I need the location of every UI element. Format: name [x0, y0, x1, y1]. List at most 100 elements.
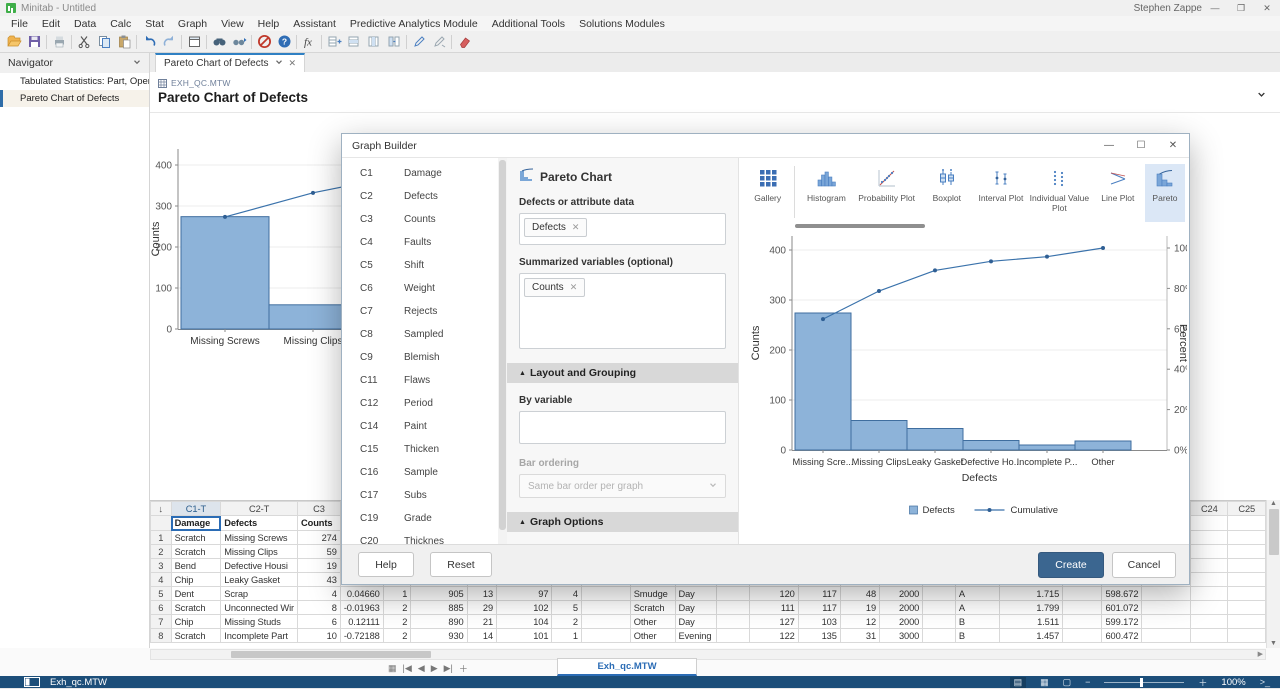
column-item-c3[interactable]: C3Counts: [342, 208, 498, 231]
worksheet-cell[interactable]: 2: [383, 601, 411, 615]
worksheet-cell[interactable]: 2: [383, 615, 411, 629]
summarized-chip[interactable]: Counts ✕: [524, 278, 585, 297]
column-item-c6[interactable]: C6Weight: [342, 277, 498, 300]
menu-solutions-modules[interactable]: Solutions Modules: [572, 18, 672, 30]
gallery-item-line-plot[interactable]: Line Plot: [1091, 164, 1145, 222]
column-item-c4[interactable]: C4Faults: [342, 231, 498, 254]
worksheet-cell[interactable]: [1142, 629, 1191, 643]
worksheet-cell[interactable]: [923, 629, 956, 643]
reset-button[interactable]: Reset: [430, 552, 492, 577]
worksheet-cell[interactable]: 6: [298, 615, 341, 629]
row-number[interactable]: 2: [151, 545, 172, 559]
insert-rows-icon[interactable]: [344, 33, 364, 51]
worksheet-vertical-scrollbar[interactable]: ▲ ▼: [1266, 500, 1280, 648]
worksheet-cell[interactable]: 8: [298, 601, 341, 615]
worksheet-cell[interactable]: 2000: [880, 615, 923, 629]
dialog-maximize-button[interactable]: ☐: [1125, 140, 1157, 151]
select-all-cell[interactable]: ↓: [151, 502, 172, 516]
column-list-scroll-thumb[interactable]: [499, 160, 506, 530]
column-name-cell[interactable]: Damage: [171, 516, 221, 531]
chevron-down-icon[interactable]: [275, 58, 283, 69]
insert-cells-icon[interactable]: [324, 33, 344, 51]
help-button[interactable]: Help: [358, 552, 414, 577]
defects-chip[interactable]: Defects ✕: [524, 218, 587, 237]
summarized-field[interactable]: Counts ✕: [519, 273, 726, 349]
column-name-cell[interactable]: [1228, 516, 1266, 531]
worksheet-cell[interactable]: 102: [497, 601, 552, 615]
worksheet-cell[interactable]: A: [955, 587, 999, 601]
bar-ordering-dropdown[interactable]: Same bar order per graph: [519, 474, 726, 498]
worksheet-cell[interactable]: Missing Studs: [221, 615, 298, 629]
vertical-scroll-thumb[interactable]: [1269, 509, 1279, 555]
zoom-slider-knob[interactable]: [1140, 678, 1143, 687]
worksheet-cell[interactable]: 599.172: [1102, 615, 1142, 629]
gallery-item-probability-plot[interactable]: Probability Plot: [853, 164, 919, 222]
worksheet-cell[interactable]: [1228, 629, 1266, 643]
redo-icon[interactable]: [159, 33, 179, 51]
worksheet-cell[interactable]: [1142, 601, 1191, 615]
worksheet-cell[interactable]: 3000: [880, 629, 923, 643]
worksheet-cell[interactable]: 598.672: [1102, 587, 1142, 601]
column-item-c19[interactable]: C19Grade: [342, 507, 498, 530]
worksheet-horizontal-scrollbar[interactable]: ▶: [150, 649, 1266, 660]
stop-icon[interactable]: [254, 33, 274, 51]
worksheet-cell[interactable]: 274: [298, 531, 341, 545]
menu-stat[interactable]: Stat: [138, 18, 171, 30]
worksheet-cell[interactable]: Evening: [675, 629, 717, 643]
menu-data[interactable]: Data: [67, 18, 103, 30]
column-item-c9[interactable]: C9Blemish: [342, 346, 498, 369]
worksheet-cell[interactable]: 890: [411, 615, 467, 629]
worksheet-cell[interactable]: [1228, 545, 1266, 559]
remove-chip-icon[interactable]: ✕: [572, 222, 580, 233]
worksheet-cell[interactable]: [1063, 587, 1102, 601]
worksheet-manager-icon[interactable]: ▦: [388, 663, 397, 674]
worksheet-cell[interactable]: 117: [798, 587, 840, 601]
worksheet-cell[interactable]: Day: [675, 615, 717, 629]
column-item-c1[interactable]: C1Damage: [342, 162, 498, 185]
chevron-down-icon[interactable]: [133, 57, 141, 69]
scroll-down-icon[interactable]: ▼: [1270, 640, 1277, 647]
graph-view-icon[interactable]: ▢: [1063, 677, 1072, 688]
by-variable-field[interactable]: [519, 411, 726, 444]
worksheet-cell[interactable]: [581, 615, 630, 629]
restore-window-button[interactable]: ❐: [1228, 3, 1254, 14]
worksheet-cell[interactable]: 905: [411, 587, 467, 601]
navigator-item-pareto-chart-of-defects[interactable]: Pareto Chart of Defects: [0, 90, 149, 107]
menu-assistant[interactable]: Assistant: [286, 18, 343, 30]
worksheet-cell[interactable]: 1.715: [999, 587, 1062, 601]
menu-predictive-analytics-module[interactable]: Predictive Analytics Module: [343, 18, 485, 30]
row-number[interactable]: 6: [151, 601, 172, 615]
worksheet-cell[interactable]: 117: [798, 601, 840, 615]
worksheet-cell[interactable]: [581, 601, 630, 615]
worksheet-cell[interactable]: 885: [411, 601, 467, 615]
worksheet-cell[interactable]: 1.511: [999, 615, 1062, 629]
menu-graph[interactable]: Graph: [171, 18, 214, 30]
dialog-minimize-button[interactable]: —: [1093, 140, 1125, 151]
dialog-close-button[interactable]: ✕: [1157, 140, 1189, 151]
worksheet-cell[interactable]: Missing Clips: [221, 545, 298, 559]
last-worksheet-icon[interactable]: ▶|: [444, 663, 453, 674]
worksheet-cell[interactable]: Scratch: [171, 545, 221, 559]
worksheet-cell[interactable]: [1191, 629, 1228, 643]
gallery-scroll-thumb[interactable]: [795, 224, 925, 228]
column-header-C24[interactable]: C24: [1191, 502, 1228, 516]
menu-edit[interactable]: Edit: [35, 18, 67, 30]
worksheet-cell[interactable]: [717, 615, 750, 629]
next-worksheet-icon[interactable]: ▶: [431, 663, 438, 674]
worksheet-cell[interactable]: Chip: [171, 573, 221, 587]
worksheet-cell[interactable]: [1191, 531, 1228, 545]
worksheet-cell[interactable]: [1063, 615, 1102, 629]
column-item-c11[interactable]: C11Flaws: [342, 369, 498, 392]
worksheet-cell[interactable]: [1063, 629, 1102, 643]
help-icon[interactable]: ?: [274, 33, 294, 51]
worksheet-cell[interactable]: [1191, 587, 1228, 601]
row-number[interactable]: 1: [151, 531, 172, 545]
zoom-in-icon[interactable]: ＋: [1198, 676, 1207, 689]
worksheet-cell[interactable]: 14: [467, 629, 496, 643]
previous-worksheet-icon[interactable]: ◀: [418, 663, 425, 674]
edit-last-dialog-icon[interactable]: [409, 33, 429, 51]
worksheet-cell[interactable]: 103: [798, 615, 840, 629]
worksheet-cell[interactable]: [1228, 615, 1266, 629]
worksheet-cell[interactable]: B: [955, 629, 999, 643]
worksheet-cell[interactable]: 5: [552, 601, 581, 615]
